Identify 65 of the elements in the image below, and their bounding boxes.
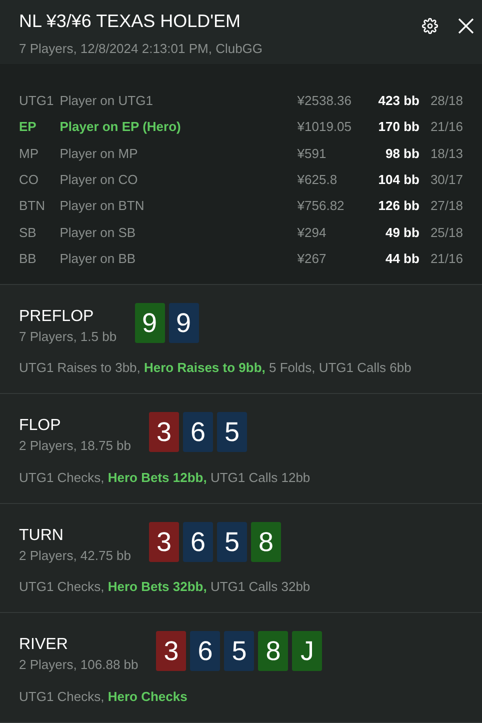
playing-card: 6 bbox=[183, 522, 214, 562]
street-info: 7 Players, 1.5 bb bbox=[19, 328, 117, 346]
player-position: BB bbox=[19, 250, 38, 268]
player-stack-bb: 126 bb bbox=[377, 197, 420, 216]
street-info: 2 Players, 42.75 bb bbox=[19, 546, 132, 565]
hand-info: 7 Players, 12/8/2024 2:13:01 PM, ClubGG bbox=[19, 40, 263, 58]
playing-card: 9 bbox=[168, 302, 199, 343]
street-name: RIVER bbox=[19, 635, 69, 656]
player-stats: 21/16 bbox=[430, 250, 463, 268]
player-stack-bb: 49 bb bbox=[384, 224, 420, 242]
window-title: NL ¥3/¥6 TEXAS HOLD'EM bbox=[19, 10, 242, 32]
player-name: Player on MP bbox=[60, 144, 139, 163]
player-stack: ¥591 bbox=[297, 144, 328, 163]
player-stats: 28/18 bbox=[430, 92, 463, 110]
player-position: CO bbox=[19, 171, 40, 190]
action-summary: UTG1 Checks, Hero Checks bbox=[19, 688, 188, 706]
player-stats: 21/16 bbox=[430, 118, 463, 136]
playing-card: J bbox=[292, 631, 322, 672]
playing-card: 8 bbox=[258, 631, 288, 672]
action-summary: UTG1 Checks, Hero Bets 32bb, UTG1 Calls 32bb bbox=[19, 578, 312, 596]
playing-card: 6 bbox=[183, 412, 214, 452]
street-name: TURN bbox=[19, 526, 64, 546]
player-name: Player on UTG1 bbox=[60, 92, 154, 110]
settings-icon[interactable] bbox=[422, 18, 438, 34]
player-position: MP bbox=[19, 144, 40, 163]
action-summary: UTG1 Checks, Hero Bets 12bb, UTG1 Calls 12bb bbox=[19, 468, 312, 487]
player-stack: ¥294 bbox=[297, 224, 328, 242]
player-stack: ¥625.8 bbox=[297, 171, 338, 190]
player-name: Player on EP (Hero) bbox=[60, 118, 182, 136]
player-stats: 18/13 bbox=[430, 144, 463, 163]
player-name: Player on SB bbox=[60, 224, 137, 242]
player-stack: ¥2538.36 bbox=[297, 92, 353, 110]
player-position: BTN bbox=[19, 197, 46, 216]
playing-card: 8 bbox=[251, 522, 282, 562]
player-name: Player on CO bbox=[60, 171, 139, 190]
player-name: Player on BB bbox=[60, 250, 137, 268]
playing-card: 5 bbox=[217, 522, 248, 562]
playing-card: 3 bbox=[149, 412, 180, 452]
playing-card: 5 bbox=[217, 412, 248, 452]
player-stack: ¥267 bbox=[297, 250, 328, 268]
close-icon[interactable] bbox=[458, 18, 474, 34]
playing-card: 5 bbox=[224, 631, 254, 672]
street-info: 2 Players, 106.88 bb bbox=[19, 656, 138, 674]
player-stack-bb: 44 bb bbox=[384, 250, 420, 268]
playing-card: 3 bbox=[156, 631, 186, 672]
street-name: PREFLOP bbox=[19, 306, 95, 327]
player-stats: 30/17 bbox=[430, 171, 463, 190]
street-info: 2 Players, 18.75 bb bbox=[19, 437, 132, 456]
player-stack-bb: 98 bb bbox=[384, 144, 420, 163]
player-position: EP bbox=[19, 118, 38, 136]
street-name: FLOP bbox=[19, 416, 62, 436]
player-stack-bb: 423 bb bbox=[377, 92, 420, 110]
player-stack: ¥1019.05 bbox=[297, 118, 353, 136]
player-position: SB bbox=[19, 224, 38, 242]
action-summary: UTG1 Raises to 3bb, Hero Raises to 9bb, 5 Folds, UTG1 Calls 6bb bbox=[19, 359, 412, 378]
player-stack-bb: 170 bb bbox=[377, 118, 420, 136]
player-stack-bb: 104 bb bbox=[377, 171, 420, 190]
player-name: Player on BTN bbox=[60, 197, 146, 216]
playing-card: 6 bbox=[190, 631, 220, 672]
player-stats: 27/18 bbox=[430, 197, 463, 216]
playing-card: 9 bbox=[134, 302, 165, 343]
player-stack: ¥756.82 bbox=[297, 197, 346, 216]
player-position: UTG1 bbox=[19, 92, 55, 110]
player-stats: 25/18 bbox=[430, 224, 463, 242]
playing-card: 3 bbox=[149, 522, 180, 562]
